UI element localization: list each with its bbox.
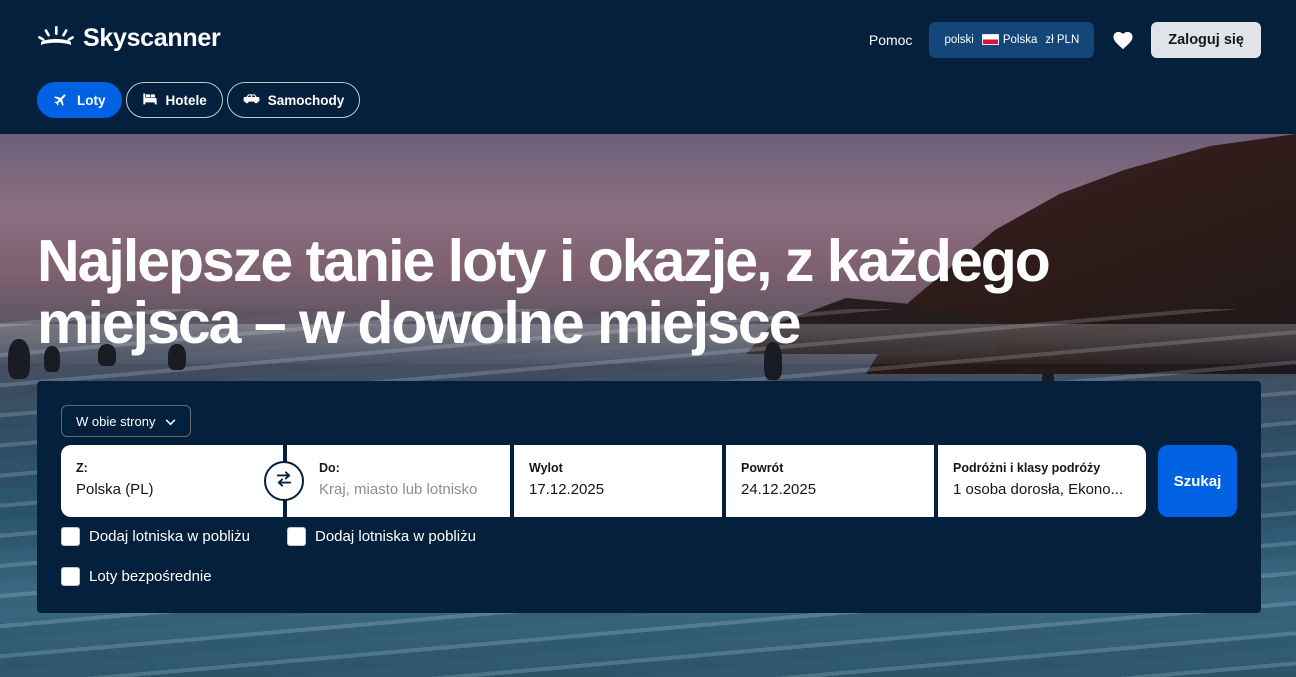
headline-line-2: miejsca – w dowolne miejsce (37, 290, 802, 356)
headline-line-1: Najlepsze tanie loty i okazje, z każdego (37, 228, 1051, 294)
tab-label: Samochody (267, 92, 345, 108)
language-label: polski (944, 34, 974, 46)
search-fields: Z: Polska (PL) Do: Kraj, miasto lub lotn… (61, 445, 1146, 517)
search-button[interactable]: Szukaj (1158, 445, 1237, 517)
origin-label: Z: (76, 461, 88, 475)
bed-icon (142, 92, 158, 109)
sunrise-logo-icon (37, 24, 75, 53)
swap-locations-button[interactable] (264, 461, 304, 501)
checkbox-label: Dodaj lotniska w pobliżu (315, 528, 476, 545)
checkbox-box[interactable] (61, 527, 80, 546)
depart-value: 17.12.2025 (529, 481, 605, 498)
depart-date-field[interactable]: Wylot 17.12.2025 (514, 445, 722, 517)
country-label: Polska (981, 34, 1038, 46)
checkbox-box[interactable] (287, 527, 306, 546)
country-name: Polska (1002, 34, 1038, 46)
flight-search-panel: W obie strony Z: Polska (PL) Do: Kraj, m… (37, 381, 1261, 613)
return-date-field[interactable]: Powrót 24.12.2025 (726, 445, 934, 517)
tab-cars[interactable]: Samochody (226, 82, 361, 118)
swimmer-silhouette (8, 339, 30, 379)
return-value: 24.12.2025 (741, 481, 817, 498)
trip-type-dropdown[interactable]: W obie strony (61, 405, 192, 437)
locale-button[interactable]: polski Polska zł PLN (929, 22, 1095, 58)
header-actions: Pomoc polski Polska zł PLN Zaloguj się (869, 22, 1261, 58)
travellers-label: Podróżni i klasy podróży (953, 461, 1101, 475)
plane-icon (53, 91, 69, 110)
checkbox-label: Loty bezpośrednie (89, 568, 212, 585)
brand-name: Skyscanner (83, 24, 221, 52)
destination-placeholder: Kraj, miasto lub lotnisko (319, 481, 478, 498)
currency-label: zł PLN (1045, 34, 1080, 46)
tab-hotels[interactable]: Hotele (125, 82, 223, 118)
car-icon (243, 93, 260, 108)
nearby-destination-airports-checkbox[interactable]: Dodaj lotniska w pobliżu (287, 527, 476, 546)
heart-icon[interactable] (1112, 30, 1134, 50)
destination-label: Do: (319, 461, 340, 475)
tab-label: Loty (77, 92, 106, 108)
trip-type-value: W obie strony (76, 413, 156, 429)
chevron-down-icon (165, 414, 176, 429)
help-link[interactable]: Pomoc (869, 32, 913, 48)
checkbox-label: Dodaj lotniska w pobliżu (89, 528, 250, 545)
page-title: Najlepsze tanie loty i okazje, z każdego… (37, 230, 1187, 354)
product-tabs: Loty Hotele Samochody (37, 82, 361, 118)
origin-field[interactable]: Z: Polska (PL) (61, 445, 283, 517)
origin-value: Polska (PL) (76, 481, 154, 498)
top-navigation: Skyscanner Pomoc polski Polska zł PLN Za… (0, 0, 1296, 134)
depart-label: Wylot (529, 461, 563, 475)
skyscanner-logo[interactable]: Skyscanner (37, 24, 221, 53)
travellers-value: 1 osoba dorosła, Ekono... (953, 481, 1124, 498)
travellers-cabin-field[interactable]: Podróżni i klasy podróży 1 osoba dorosła… (938, 445, 1146, 517)
direct-flights-checkbox[interactable]: Loty bezpośrednie (61, 567, 212, 586)
swap-arrows-icon (275, 470, 293, 492)
return-label: Powrót (741, 461, 784, 475)
tab-flights[interactable]: Loty (37, 82, 122, 118)
destination-field[interactable]: Do: Kraj, miasto lub lotnisko (287, 445, 510, 517)
poland-flag-icon (981, 34, 999, 46)
nearby-origin-airports-checkbox[interactable]: Dodaj lotniska w pobliżu (61, 527, 250, 546)
checkbox-box[interactable] (61, 567, 80, 586)
login-button[interactable]: Zaloguj się (1151, 22, 1261, 58)
tab-label: Hotele (165, 92, 207, 108)
